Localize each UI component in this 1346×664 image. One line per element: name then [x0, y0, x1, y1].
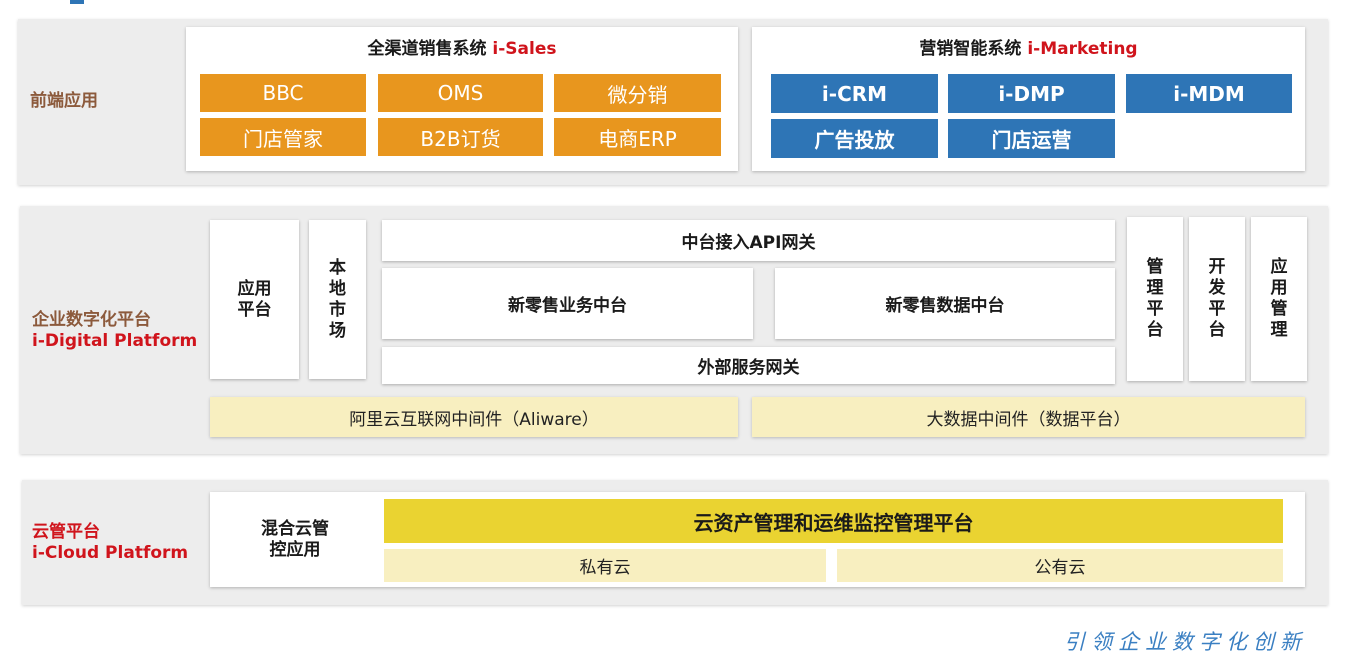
- marketing-item-store-operation: 门店运营: [948, 119, 1115, 158]
- aliware-middleware-box: 阿里云互联网中间件（Aliware）: [210, 397, 738, 437]
- digital-platform-label: 企业数字化平台: [32, 310, 151, 330]
- marketing-item-advertising: 广告投放: [771, 119, 938, 158]
- dev-platform-box: 开发平台: [1189, 217, 1245, 381]
- local-market-box: 本地市场: [309, 220, 366, 379]
- business-center-box: 新零售业务中台: [382, 268, 753, 339]
- marketing-item-dmp: i-DMP: [948, 74, 1115, 113]
- sales-item-b2b-ordering: B2B订货: [378, 118, 543, 156]
- top-accent-mark: [70, 0, 84, 4]
- cloud-asset-mgmt-box: 云资产管理和运维监控管理平台: [384, 499, 1283, 543]
- app-mgmt-box: 应用管理: [1251, 217, 1307, 381]
- hybrid-cloud-box: 混合云管控应用: [240, 510, 350, 570]
- app-platform-text: 应用平台: [237, 278, 272, 320]
- digital-platform-label-en: i-Digital Platform: [32, 331, 198, 351]
- sales-item-micro-distribution: 微分销: [554, 74, 721, 112]
- public-cloud-box: 公有云: [837, 549, 1283, 582]
- sales-item-ecommerce-erp: 电商ERP: [554, 118, 721, 156]
- sales-system-title: 全渠道销售系统 i-Sales: [367, 39, 557, 59]
- app-mgmt-text: 应用管理: [1270, 257, 1288, 340]
- sales-item-oms: OMS: [378, 74, 543, 112]
- local-market-text: 本地市场: [329, 257, 346, 341]
- mgmt-platform-box: 管理平台: [1127, 217, 1183, 381]
- private-cloud-box: 私有云: [384, 549, 826, 582]
- cloud-platform-label: 云管平台: [32, 522, 100, 542]
- hybrid-cloud-text: 混合云管控应用: [261, 519, 329, 560]
- marketing-item-crm: i-CRM: [771, 74, 938, 113]
- sales-item-store-manager: 门店管家: [200, 118, 366, 156]
- sales-item-bbc: BBC: [200, 74, 366, 112]
- app-platform-box: 应用平台: [210, 220, 299, 379]
- cloud-platform-label-en: i-Cloud Platform: [32, 543, 189, 563]
- api-gateway-box: 中台接入API网关: [382, 220, 1115, 261]
- frontend-layer-label: 前端应用: [30, 91, 98, 111]
- marketing-system-title: 营销智能系统 i-Marketing: [919, 39, 1138, 59]
- slogan-text: 引领企业数字化创新: [1064, 630, 1307, 654]
- data-center-box: 新零售数据中台: [775, 268, 1115, 339]
- mgmt-platform-text: 管理平台: [1146, 257, 1164, 340]
- dev-platform-text: 开发平台: [1208, 257, 1226, 340]
- external-gateway-box: 外部服务网关: [382, 347, 1115, 384]
- marketing-item-mdm: i-MDM: [1126, 74, 1292, 113]
- bigdata-middleware-box: 大数据中间件（数据平台）: [752, 397, 1305, 437]
